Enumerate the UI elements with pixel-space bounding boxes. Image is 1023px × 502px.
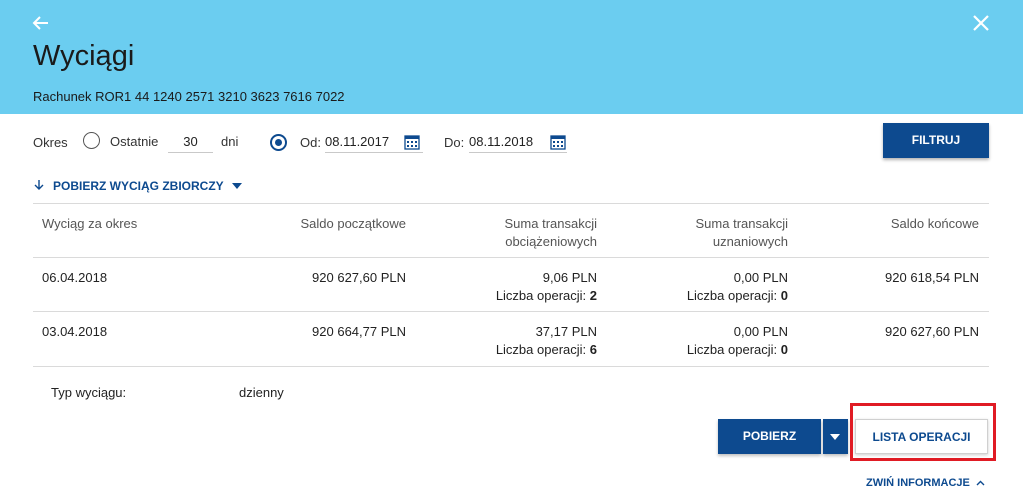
column-header-closing: Saldo końcowe <box>890 216 979 231</box>
divider <box>33 311 989 312</box>
row-debit: 9,06 PLN Liczba operacji: 2 <box>427 269 597 305</box>
ops-count: 6 <box>589 342 597 357</box>
calendar-icon[interactable] <box>550 134 566 150</box>
last-days-input[interactable]: 30 <box>168 131 213 153</box>
row-credit: 0,00 PLN Liczba operacji: 0 <box>618 323 788 359</box>
column-header-credit-line2: uznaniowych <box>712 234 788 249</box>
radio-date-range[interactable] <box>270 134 287 151</box>
column-header-debit-line1: Suma transakcji <box>504 216 597 231</box>
row-credit-amount: 0,00 PLN <box>733 270 788 285</box>
from-date-value: 08.11.2017 <box>325 134 390 149</box>
row-closing: 920 618,54 PLN <box>885 270 979 285</box>
divider <box>33 366 989 367</box>
row-debit-ops: Liczba operacji: 2 <box>427 287 597 305</box>
account-number: Rachunek ROR1 44 1240 2571 3210 3623 761… <box>33 89 345 104</box>
row-credit-ops: Liczba operacji: 0 <box>618 287 788 305</box>
highlight-box <box>850 403 996 461</box>
to-label: Do: <box>444 135 465 150</box>
divider <box>33 203 989 204</box>
row-opening: 920 664,77 PLN <box>312 324 406 339</box>
chevron-down-icon <box>231 183 242 189</box>
ops-label: Liczba operacji: <box>495 342 587 357</box>
days-label: dni <box>221 134 239 149</box>
row-credit-amount: 0,00 PLN <box>733 324 788 339</box>
ops-count: 0 <box>780 288 788 303</box>
ops-label: Liczba operacji: <box>495 288 587 303</box>
last-label: Ostatnie <box>110 134 159 149</box>
row-debit-ops: Liczba operacji: 6 <box>427 341 597 359</box>
to-date-value: 08.11.2018 <box>469 134 534 149</box>
collapse-info-link[interactable]: ZWIŃ INFORMACJE <box>866 477 985 489</box>
arrow-left-icon[interactable] <box>32 14 50 32</box>
ops-label: Liczba operacji: <box>686 342 778 357</box>
download-icon <box>34 180 44 190</box>
row-debit-amount: 37,17 PLN <box>535 324 597 339</box>
row-opening: 920 627,60 PLN <box>312 270 406 285</box>
filter-button[interactable]: FILTRUJ <box>883 123 989 158</box>
row-date: 03.04.2018 <box>42 324 108 339</box>
header: Wyciągi Rachunek ROR1 44 1240 2571 3210 … <box>0 0 1023 114</box>
row-date: 06.04.2018 <box>42 270 108 285</box>
divider <box>33 257 989 258</box>
download-options-button[interactable] <box>823 419 848 454</box>
radio-last-days[interactable] <box>83 132 100 149</box>
chevron-up-icon <box>976 480 985 486</box>
row-debit: 37,17 PLN Liczba operacji: 6 <box>427 323 597 359</box>
chevron-down-icon <box>830 434 840 440</box>
download-summary-link[interactable]: POBIERZ WYCIĄG ZBIORCZY <box>33 179 242 193</box>
row-credit: 0,00 PLN Liczba operacji: 0 <box>618 269 788 305</box>
column-header-opening: Saldo początkowe <box>300 216 406 231</box>
column-header-credit: Suma transakcji uznaniowych <box>638 215 788 251</box>
column-header-credit-line1: Suma transakcji <box>695 216 788 231</box>
column-header-debit-line2: obciążeniowych <box>505 234 597 249</box>
statement-type-value: dzienny <box>239 385 284 400</box>
calendar-icon[interactable] <box>404 134 420 150</box>
from-label: Od: <box>300 135 321 150</box>
download-summary-label: POBIERZ WYCIĄG ZBIORCZY <box>53 179 224 193</box>
ops-count: 0 <box>780 342 788 357</box>
column-header-period: Wyciąg za okres <box>42 216 138 231</box>
ops-count: 2 <box>589 288 597 303</box>
period-label: Okres <box>33 135 68 150</box>
statement-type-label: Typ wyciągu: <box>51 385 127 400</box>
row-closing: 920 627,60 PLN <box>885 324 979 339</box>
column-header-debit: Suma transakcji obciążeniowych <box>447 215 597 251</box>
download-button[interactable]: POBIERZ <box>718 419 821 454</box>
collapse-info-label: ZWIŃ INFORMACJE <box>866 477 970 489</box>
row-debit-amount: 9,06 PLN <box>542 270 597 285</box>
ops-label: Liczba operacji: <box>686 288 778 303</box>
row-credit-ops: Liczba operacji: 0 <box>618 341 788 359</box>
page-title: Wyciągi <box>33 40 135 72</box>
close-icon[interactable] <box>972 14 990 32</box>
